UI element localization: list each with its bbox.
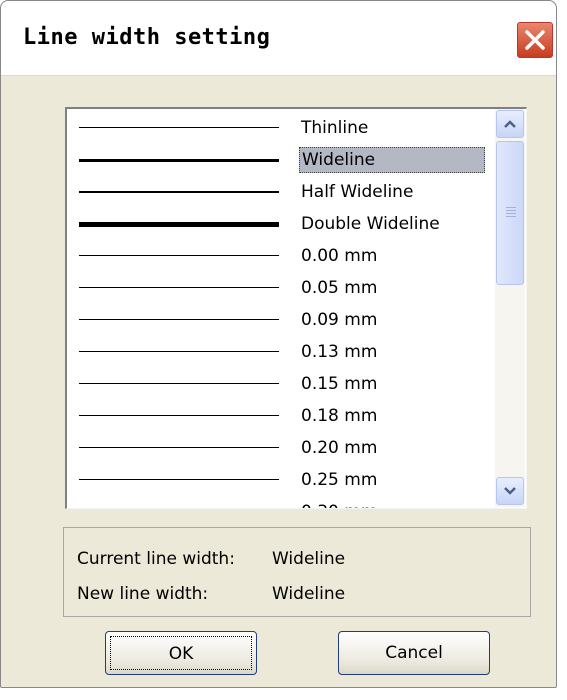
list-item-0-05-mm[interactable]: 0.05 mm (67, 271, 493, 303)
new-line-width-label: New line width: (77, 584, 209, 604)
line-sample (79, 287, 279, 288)
chevron-down-icon (504, 487, 516, 495)
list-item-label: 0.18 mm (301, 406, 378, 426)
list-item-label: Half Wideline (301, 182, 414, 202)
line-sample (79, 351, 279, 352)
scroll-up-button[interactable] (496, 110, 524, 138)
line-sample (79, 319, 279, 320)
list-item-0-00-mm[interactable]: 0.00 mm (67, 239, 493, 271)
grip-line (506, 216, 516, 217)
line-sample (79, 191, 279, 193)
list-item-label: 0.30 mm (299, 499, 381, 508)
ok-button[interactable]: OK (105, 631, 257, 675)
list-item-label: 0.05 mm (301, 278, 378, 298)
list-item-label: 0.20 mm (301, 438, 378, 458)
line-sample (79, 222, 279, 227)
list-item-label: 0.00 mm (301, 246, 378, 266)
line-width-info-group: Current line width: Wideline New line wi… (63, 527, 531, 617)
close-icon (525, 30, 545, 50)
line-width-list[interactable]: Thinline Wideline Half Wideline Double W… (65, 107, 527, 509)
list-item-label: Double Wideline (301, 214, 440, 234)
line-sample (79, 447, 279, 448)
list-item-0-20-mm[interactable]: 0.20 mm (67, 431, 493, 463)
line-sample (79, 159, 279, 162)
line-sample (79, 383, 279, 384)
list-item-thinline[interactable]: Thinline (67, 111, 493, 143)
line-sample (79, 415, 279, 416)
list-scrollbar[interactable] (495, 109, 525, 507)
new-line-width-value: Wideline (272, 584, 346, 604)
grip-line (506, 210, 516, 211)
list-item-label: Wideline (299, 147, 485, 173)
scroll-thumb[interactable] (496, 141, 524, 285)
cancel-button[interactable]: Cancel (338, 631, 490, 675)
list-item-wideline[interactable]: Wideline (67, 143, 493, 175)
close-button[interactable] (516, 21, 554, 59)
list-item-label: 0.15 mm (301, 374, 378, 394)
line-sample (79, 479, 279, 480)
list-item-label: 0.25 mm (301, 470, 378, 490)
dialog-title: Line width setting (23, 25, 271, 50)
current-line-width-value: Wideline (272, 549, 346, 569)
list-item-0-13-mm[interactable]: 0.13 mm (67, 335, 493, 367)
list-item-half-wideline[interactable]: Half Wideline (67, 175, 493, 207)
ok-button-label: OK (110, 636, 252, 670)
title-bar[interactable]: Line width setting (1, 1, 556, 76)
list-item-0-15-mm[interactable]: 0.15 mm (67, 367, 493, 399)
line-sample (79, 255, 279, 256)
current-line-width-label: Current line width: (77, 549, 235, 569)
list-item-0-09-mm[interactable]: 0.09 mm (67, 303, 493, 335)
grip-line (506, 213, 516, 214)
list-item-label: 0.09 mm (301, 310, 378, 330)
grip-line (506, 207, 516, 208)
line-width-dialog: Line width setting Thinline Wideline Hal… (0, 0, 557, 688)
list-item-label: 0.13 mm (301, 342, 378, 362)
list-item-0-25-mm[interactable]: 0.25 mm (67, 463, 493, 495)
list-item-0-18-mm[interactable]: 0.18 mm (67, 399, 493, 431)
list-item-label: Thinline (301, 118, 369, 138)
list-item-0-30-mm[interactable]: 0.30 mm (67, 495, 493, 508)
list-item-double-wideline[interactable]: Double Wideline (67, 207, 493, 239)
scroll-down-button[interactable] (496, 477, 524, 505)
line-sample (79, 127, 279, 128)
chevron-up-icon (504, 120, 516, 128)
